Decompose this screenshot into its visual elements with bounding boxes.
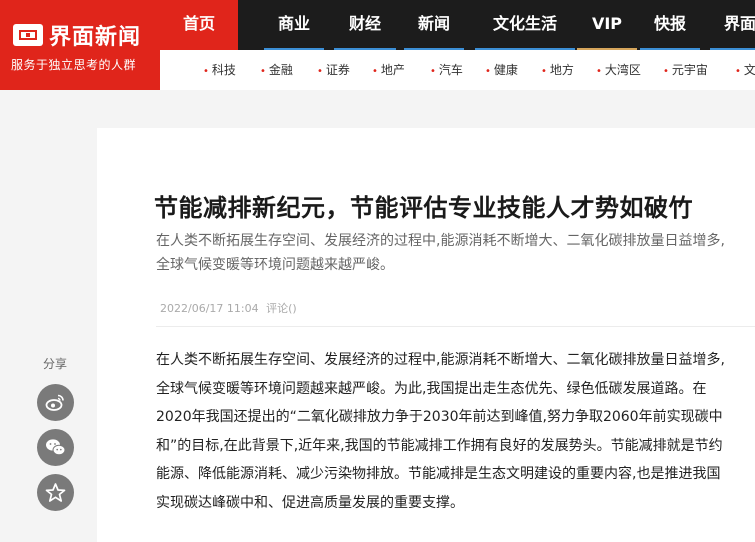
share-wechat-button[interactable]	[37, 429, 74, 466]
site-header: 界面新闻 服务于独立思考的人群 首页 商业 财经 新闻 文化生活 VIP 快报 …	[0, 0, 755, 90]
article-date: 2022/06/17 11:04	[160, 302, 259, 315]
subnav-item-securities[interactable]: • 证券	[317, 61, 350, 78]
subnav-item-realestate[interactable]: • 地产	[372, 61, 405, 78]
wechat-icon	[46, 439, 66, 456]
bullet-icon: •	[663, 66, 669, 77]
site-logo[interactable]: 界面新闻 服务于独立思考的人群	[0, 0, 160, 90]
brand-slogan: 服务于独立思考的人群	[11, 58, 137, 72]
bullet-icon: •	[596, 66, 602, 77]
article-meta: 2022/06/17 11:04 评论()	[160, 300, 297, 316]
nav-item-flash[interactable]: 快报	[640, 0, 700, 50]
subnav-item-auto[interactable]: • 汽车	[430, 61, 463, 78]
nav-item-finance[interactable]: 财经	[334, 0, 396, 50]
sub-nav: • 科技 • 金融 • 证券 • 地产 • 汽车 • 健康 • 地方 • 大湾区 • 元宇宙 • 文	[160, 50, 755, 90]
logo-icon	[13, 24, 43, 46]
nav-item-culture[interactable]: 文化生活	[475, 0, 575, 50]
divider	[156, 326, 755, 327]
subnav-item-greater-bay[interactable]: • 大湾区	[596, 61, 641, 78]
bullet-icon: •	[541, 66, 547, 77]
article-summary: 在人类不断拓展生存空间、发展经济的过程中,能源消耗不断增大、二氧化碳排放量日益增…	[156, 233, 725, 273]
brand-name: 界面新闻	[49, 25, 142, 50]
bullet-icon: •	[317, 66, 323, 77]
nav-item-vip[interactable]: VIP	[577, 0, 637, 50]
bullet-icon: •	[485, 66, 491, 77]
subnav-item-local[interactable]: • 地方	[541, 61, 574, 78]
nav-item-news[interactable]: 新闻	[404, 0, 464, 50]
nav-item-home[interactable]: 首页	[160, 0, 238, 50]
subnav-item-finance[interactable]: • 金融	[260, 61, 293, 78]
comments-link[interactable]: 评论()	[266, 302, 297, 315]
subnav-item-more[interactable]: • 文	[735, 61, 755, 78]
article-title: 节能减排新纪元，节能评估专业技能人才势如破竹	[154, 194, 693, 222]
share-favorite-button[interactable]	[37, 474, 74, 511]
article-body: 在人类不断拓展生存空间、发展经济的过程中,能源消耗不断增大、二氧化碳排放量日益增…	[156, 352, 725, 511]
subnav-item-tech[interactable]: • 科技	[203, 61, 236, 78]
subnav-item-health[interactable]: • 健康	[485, 61, 518, 78]
nav-item-jiemian[interactable]: 界面	[710, 0, 755, 50]
bullet-icon: •	[203, 66, 209, 77]
share-weibo-button[interactable]	[37, 384, 74, 421]
bullet-icon: •	[430, 66, 436, 77]
star-icon	[45, 483, 66, 502]
bullet-icon: •	[260, 66, 266, 77]
bullet-icon: •	[735, 66, 741, 77]
share-label: 分享	[43, 357, 68, 371]
nav-item-business[interactable]: 商业	[264, 0, 324, 50]
bullet-icon: •	[372, 66, 378, 77]
article-panel: 节能减排新纪元，节能评估专业技能人才势如破竹 在人类不断拓展生存空间、发展经济的…	[97, 128, 755, 542]
main-nav: 首页 商业 财经 新闻 文化生活 VIP 快报 界面	[160, 0, 755, 50]
subnav-item-metaverse[interactable]: • 元宇宙	[663, 61, 708, 78]
weibo-icon	[45, 394, 64, 411]
